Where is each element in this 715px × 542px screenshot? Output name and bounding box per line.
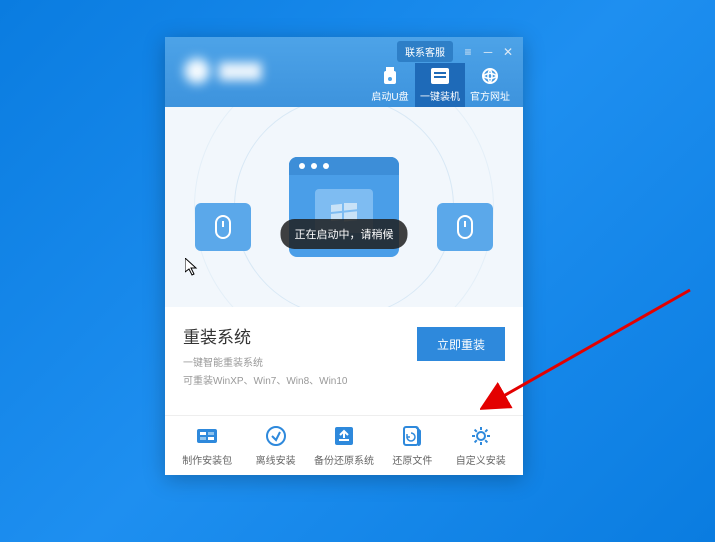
logo-icon [183, 57, 211, 85]
tool-custom-install[interactable]: 自定义安装 [451, 424, 511, 467]
tool-restore-files[interactable]: 还原文件 [382, 424, 442, 467]
contact-support-button[interactable]: 联系客服 [397, 41, 453, 62]
tool-label: 备份还原系统 [314, 452, 374, 467]
decoration-left [195, 203, 251, 251]
install-icon [430, 67, 450, 85]
tool-backup-restore[interactable]: 备份还原系统 [314, 424, 374, 467]
globe-icon [480, 67, 500, 85]
usb-icon [380, 67, 400, 85]
decoration-right [437, 203, 493, 251]
tab-onekey-install[interactable]: 一键装机 [415, 63, 465, 107]
main-subtitle-1: 一键智能重装系统 [183, 354, 347, 369]
tool-offline-install[interactable]: 离线安装 [246, 424, 306, 467]
main-subtitle-2: 可重装WinXP、Win7、Win8、Win10 [183, 372, 347, 387]
toolbar: 制作安装包 离线安装 备份还原系统 还原文件 自定义安装 [165, 415, 523, 475]
nav-tabs: 启动U盘 一键装机 官方网址 [365, 63, 515, 107]
logo-text: ████ [219, 63, 262, 80]
reinstall-now-button[interactable]: 立即重装 [417, 327, 505, 361]
loading-toast: 正在启动中，请稍候 [281, 219, 408, 249]
app-window: ████ 联系客服 ≡ ─ ✕ 启动U盘 一键装机 [165, 37, 523, 475]
offline-icon [264, 424, 288, 448]
main-text: 重装系统 一键智能重装系统 可重装WinXP、Win7、Win8、Win10 [183, 323, 347, 387]
tab-usb-boot[interactable]: 启动U盘 [365, 63, 415, 107]
close-button[interactable]: ✕ [499, 44, 517, 60]
tool-label: 制作安装包 [182, 452, 232, 467]
tool-label: 还原文件 [392, 452, 432, 467]
package-icon [195, 424, 219, 448]
titlebar: ████ 联系客服 ≡ ─ ✕ 启动U盘 一键装机 [165, 37, 523, 107]
tool-label: 离线安装 [256, 452, 296, 467]
tool-label: 自定义安装 [456, 452, 506, 467]
tool-make-package[interactable]: 制作安装包 [177, 424, 237, 467]
backup-icon [332, 424, 356, 448]
window-controls: 联系客服 ≡ ─ ✕ [397, 41, 517, 62]
tab-website[interactable]: 官方网址 [465, 63, 515, 107]
main-section: 重装系统 一键智能重装系统 可重装WinXP、Win7、Win8、Win10 立… [165, 307, 523, 387]
logo-area: ████ [165, 37, 262, 85]
tab-label: 一键装机 [420, 88, 460, 103]
main-title: 重装系统 [183, 323, 347, 348]
gear-icon [469, 424, 493, 448]
menu-button[interactable]: ≡ [459, 44, 477, 60]
restore-icon [400, 424, 424, 448]
tab-label: 启动U盘 [371, 88, 408, 103]
tab-label: 官方网址 [470, 88, 510, 103]
hero-illustration: 正在启动中，请稍候 [165, 107, 523, 307]
minimize-button[interactable]: ─ [479, 44, 497, 60]
